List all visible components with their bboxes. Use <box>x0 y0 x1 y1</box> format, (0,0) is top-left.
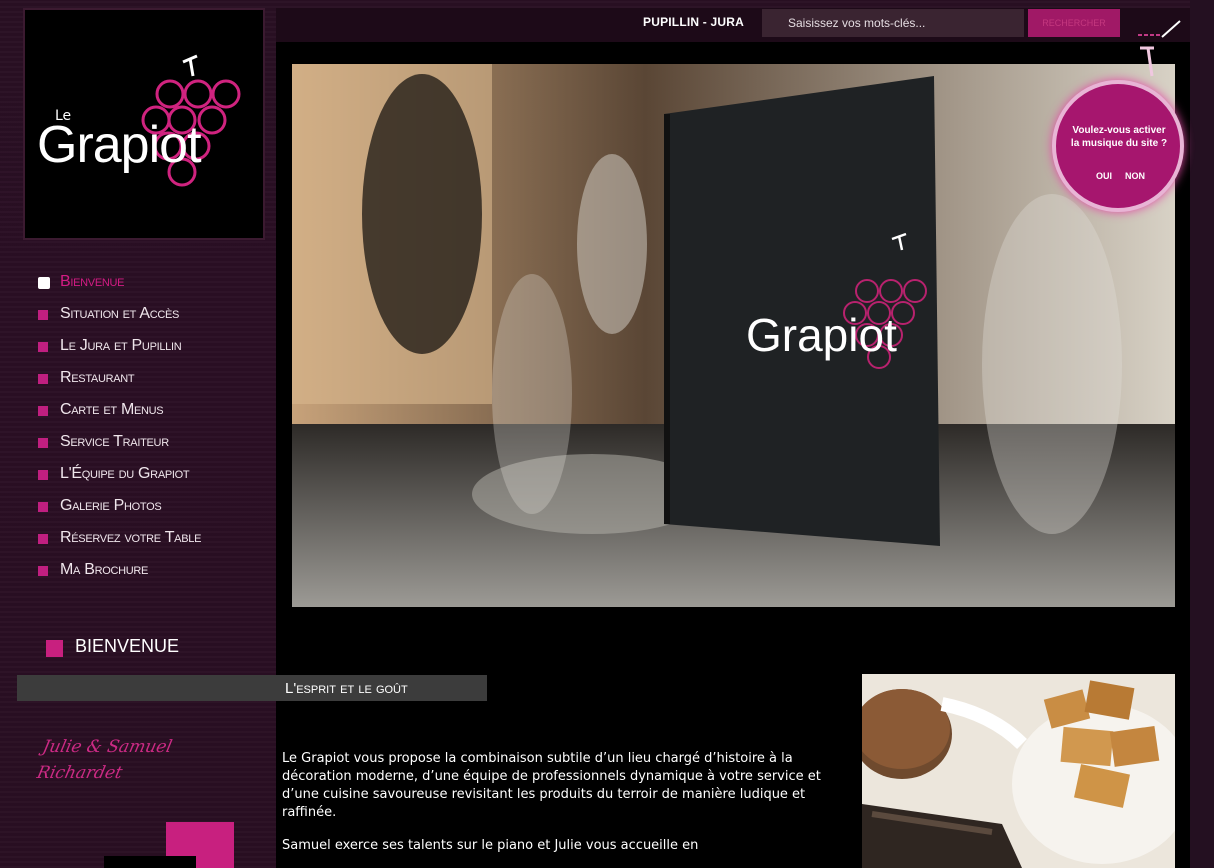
section-square-icon <box>46 640 63 657</box>
nav-bullet-icon <box>38 277 50 289</box>
intro-paragraph-1: Le Grapiot vous propose la combinaison s… <box>282 751 821 820</box>
music-yes-button[interactable]: OUI <box>1096 171 1112 181</box>
site-logo[interactable]: Le Grapiot <box>23 8 265 240</box>
svg-text:Grapiot: Grapiot <box>746 309 897 361</box>
search-input[interactable] <box>762 9 1024 37</box>
svg-text:Grapiot: Grapiot <box>37 116 202 174</box>
nav-bullet-icon <box>38 310 48 320</box>
hero-image: Grapiot <box>292 64 1175 607</box>
decorative-bar <box>104 856 196 868</box>
search-button[interactable]: RECHERCHER <box>1028 9 1120 37</box>
nav-bullet-icon <box>38 502 48 512</box>
subtitle-bar <box>17 675 487 701</box>
right-edge-background <box>1190 0 1214 868</box>
intro-text: Le Grapiot vous propose la combinaison s… <box>282 750 822 868</box>
signature: Julie & Samuel Richardet <box>35 737 174 783</box>
section-title: BIENVENUE <box>75 636 180 656</box>
nav-bullet-icon <box>38 534 48 544</box>
nav-bullet-icon <box>38 342 48 352</box>
music-no-button[interactable]: NON <box>1125 171 1145 181</box>
location-label: PUPILLIN - JURA <box>643 15 745 29</box>
section-subtitle: L'esprit et le goût <box>285 680 408 697</box>
nav-bullet-icon <box>38 470 48 480</box>
nav-bullet-icon <box>38 374 48 384</box>
music-popup-stem-icon <box>1140 46 1154 77</box>
food-photo <box>862 674 1175 868</box>
music-question: Voulez-vous activer la musique du site ? <box>1070 125 1168 149</box>
nav-bullet-icon <box>38 438 48 448</box>
nav-bullet-icon <box>38 566 48 576</box>
nav-bullet-icon <box>38 406 48 416</box>
intro-paragraph-2: Samuel exerce ses talents sur le piano e… <box>282 838 699 853</box>
music-toggle-icon[interactable] <box>1138 20 1184 40</box>
music-popup: Voulez-vous activer la musique du site ?… <box>1052 80 1184 212</box>
